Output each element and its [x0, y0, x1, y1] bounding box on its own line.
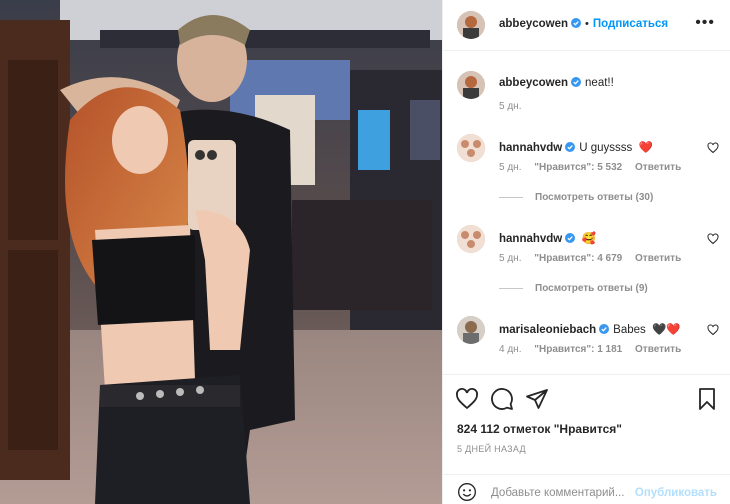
caption-text: neat!!: [585, 77, 614, 89]
verified-badge-icon: [571, 77, 582, 87]
post-side-panel: abbeycowen • Подписаться ••• abbeycowen nea…: [442, 0, 730, 504]
emoji-picker-icon[interactable]: [457, 482, 477, 502]
follow-button[interactable]: Подписаться: [593, 18, 668, 30]
view-replies-button[interactable]: Посмотреть ответы (30): [499, 192, 653, 203]
author-avatar[interactable]: [457, 11, 485, 39]
reply-button[interactable]: Ответить: [635, 344, 681, 355]
verified-badge-icon: [565, 142, 576, 152]
view-replies-button[interactable]: Посмотреть ответы (9): [499, 283, 648, 294]
comment-composer: Добавьте комментарий... Опубликовать: [443, 474, 730, 504]
save-bookmark-icon[interactable]: [695, 387, 719, 411]
post-photo-image: [0, 0, 442, 504]
caption-username[interactable]: abbeycowen: [499, 77, 568, 89]
verified-badge-icon: [599, 324, 610, 334]
comment-likes[interactable]: "Нравится": 4 679: [534, 253, 622, 264]
commenter-username[interactable]: hannahvdw: [499, 142, 562, 154]
post-timestamp[interactable]: 5 ДНЕЙ НАЗАД: [457, 444, 526, 454]
post-header: abbeycowen • Подписаться •••: [443, 0, 730, 51]
like-comment-heart-icon[interactable]: [707, 233, 719, 245]
like-comment-heart-icon[interactable]: [707, 142, 719, 154]
commenter-username[interactable]: marisaleoniebach: [499, 324, 596, 336]
commenter-avatar[interactable]: [457, 134, 485, 162]
comment-text: U guyssss: [579, 142, 633, 154]
more-options-icon[interactable]: •••: [695, 15, 715, 31]
comment-time[interactable]: 5 дн.: [499, 253, 521, 264]
caption-avatar[interactable]: [457, 71, 485, 99]
comment-likes[interactable]: "Нравится": 5 532: [534, 162, 622, 173]
comment-time[interactable]: 4 дн.: [499, 344, 521, 355]
commenter-username[interactable]: hannahvdw: [499, 233, 562, 245]
comment-likes[interactable]: "Нравится": 1 181: [534, 344, 622, 355]
verified-badge-icon: [571, 18, 582, 28]
likes-count[interactable]: 824 112 отметок "Нравится": [457, 422, 622, 436]
caption-time[interactable]: 5 дн.: [499, 101, 521, 112]
reply-button[interactable]: Ответить: [635, 253, 681, 264]
post-comment-button[interactable]: Опубликовать: [635, 487, 717, 499]
comment-bubble-icon[interactable]: [490, 387, 514, 411]
like-comment-heart-icon[interactable]: [707, 324, 719, 336]
comment-emoji: ❤️: [638, 142, 653, 154]
reply-button[interactable]: Ответить: [635, 162, 681, 173]
comment-time[interactable]: 5 дн.: [499, 162, 521, 173]
comment-emoji: 🖤❤️: [651, 324, 681, 336]
verified-badge-icon: [565, 233, 576, 243]
share-send-icon[interactable]: [525, 387, 549, 411]
comment-input[interactable]: Добавьте комментарий...: [491, 487, 624, 499]
header-separator: •: [585, 18, 589, 30]
author-username[interactable]: abbeycowen: [499, 18, 568, 30]
comment-emoji: 🥰: [581, 233, 596, 245]
like-heart-icon[interactable]: [455, 387, 479, 411]
post-photo[interactable]: [0, 0, 442, 504]
commenter-avatar[interactable]: [457, 225, 485, 253]
comment-text: Babes: [613, 324, 646, 336]
commenter-avatar[interactable]: [457, 316, 485, 344]
action-bar: [443, 374, 730, 422]
